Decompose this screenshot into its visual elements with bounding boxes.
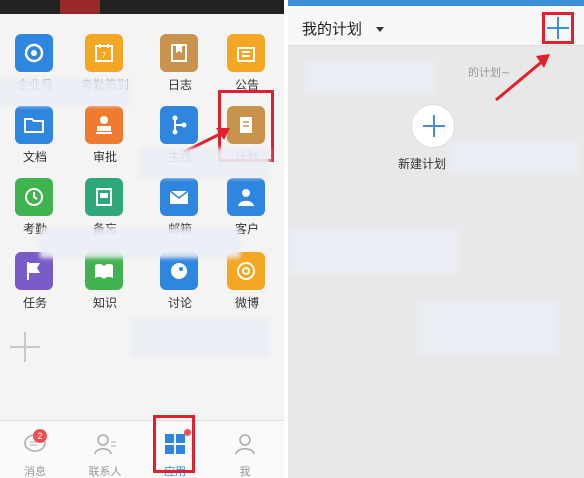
tab-contacts[interactable]: 联系人 bbox=[70, 427, 140, 478]
blur-overlay bbox=[288, 228, 458, 274]
page-title[interactable]: 我的计划 bbox=[302, 18, 362, 39]
app-tile[interactable]: 文档 bbox=[0, 98, 70, 168]
log-icon bbox=[160, 34, 198, 72]
calendar-icon: 7 bbox=[85, 34, 123, 72]
my-plans-screen: 我的计划 的计划~ 新建计划 bbox=[288, 0, 584, 478]
apps-screen: 企业号7考勤签到日志公告文档审批主线计划考勤备忘邮箱客户任务知识讨论微博 2 消… bbox=[0, 0, 284, 478]
blur-overlay bbox=[0, 78, 130, 106]
tab-messages[interactable]: 2 消息 bbox=[0, 427, 70, 478]
document-icon bbox=[15, 106, 53, 144]
tab-label: 联系人 bbox=[88, 465, 122, 478]
app-tile[interactable]: 日志 bbox=[145, 26, 215, 96]
add-app-button[interactable] bbox=[8, 330, 42, 364]
contacts-icon bbox=[94, 434, 116, 455]
mail-icon bbox=[160, 178, 198, 216]
memo-icon bbox=[85, 178, 123, 216]
company-icon bbox=[15, 34, 53, 72]
clock-icon bbox=[15, 178, 53, 216]
app-label: 讨论 bbox=[167, 296, 192, 310]
chevron-down-icon[interactable] bbox=[376, 27, 384, 32]
app-label: 知识 bbox=[92, 296, 117, 310]
unread-badge: 2 bbox=[33, 429, 47, 443]
approval-icon bbox=[85, 106, 123, 144]
highlight-apps-tab bbox=[153, 415, 195, 473]
blur-overlay bbox=[448, 140, 578, 174]
blur-overlay bbox=[130, 318, 270, 358]
new-plan-label: 新建计划 bbox=[398, 157, 447, 171]
app-label: 文档 bbox=[22, 150, 47, 164]
tab-label: 消息 bbox=[24, 465, 46, 478]
empty-hint-text: 的计划~ bbox=[468, 66, 511, 79]
svg-text:7: 7 bbox=[102, 51, 107, 60]
customer-icon bbox=[227, 178, 265, 216]
app-label: 审批 bbox=[92, 150, 117, 164]
profile-icon bbox=[235, 434, 255, 455]
app-label: 任务 bbox=[22, 296, 47, 310]
bottom-tab-bar: 2 消息 联系人 应用 我 bbox=[0, 415, 284, 478]
announcement-icon bbox=[227, 34, 265, 72]
app-tile[interactable]: 公告 bbox=[212, 26, 282, 96]
app-label: 日志 bbox=[167, 78, 192, 92]
blur-overlay bbox=[304, 60, 434, 94]
blur-overlay bbox=[40, 228, 240, 258]
blur-overlay bbox=[140, 148, 270, 178]
app-label: 微博 bbox=[234, 296, 259, 310]
blur-overlay bbox=[418, 300, 558, 356]
status-strip bbox=[0, 0, 284, 14]
highlight-add-button bbox=[542, 12, 574, 44]
screenshot-root: 企业号7考勤签到日志公告文档审批主线计划考勤备忘邮箱客户任务知识讨论微博 2 消… bbox=[0, 0, 584, 478]
tab-me[interactable]: 我 bbox=[210, 427, 280, 478]
app-tile[interactable]: 审批 bbox=[70, 98, 140, 168]
header-bar: 我的计划 bbox=[288, 6, 584, 46]
tab-label: 我 bbox=[239, 465, 251, 478]
